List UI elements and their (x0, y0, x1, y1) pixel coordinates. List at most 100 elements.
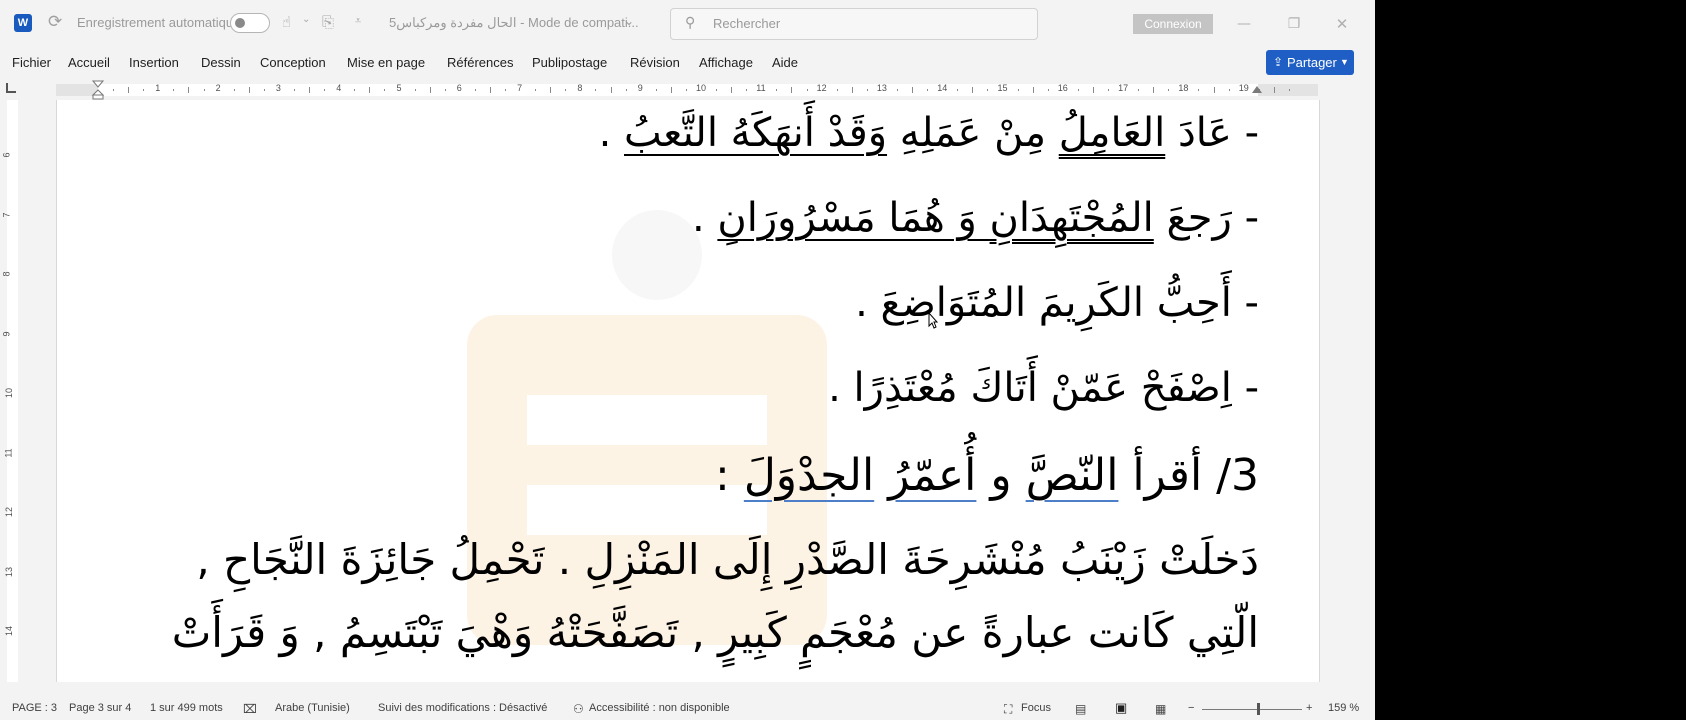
ruler-tick (263, 89, 265, 91)
tab-mise-en-page[interactable]: Mise en page (347, 55, 425, 70)
read-mode-icon[interactable]: ▤ (1075, 702, 1086, 716)
zoom-slider-track[interactable] (1202, 709, 1302, 710)
proofing-icon[interactable]: ⌧ (243, 702, 257, 716)
zoom-level[interactable]: 159 % (1328, 702, 1359, 714)
line1-underlined-hal: وَقَدْ أَنهَكَهُ التَّعبُ (624, 110, 888, 156)
exercise-line-3[interactable]: - أَحِبُّ الكَرِيمَ المُتَوَاضِعَ . (855, 280, 1259, 326)
document-title[interactable]: الحال مفردة ومركباس5 - Mode de compati..… (389, 15, 639, 31)
exercise-line-2[interactable]: - رَجعَ المُجْتَهِدَانِ وَ هُمَا مَسْرُو… (692, 195, 1259, 241)
search-input[interactable]: ⚲ Rechercher (670, 8, 1038, 40)
mouse-cursor-icon (928, 312, 938, 329)
accessibility-icon[interactable]: ⚇ (573, 702, 584, 716)
print-layout-icon[interactable]: ▣ (1115, 700, 1127, 716)
web-layout-icon[interactable]: ▦ (1155, 702, 1166, 716)
ruler-tick (806, 89, 808, 91)
ruler-number: 15 (997, 83, 1008, 93)
ruler-number: 7 (517, 83, 523, 93)
touch-mode-icon[interactable]: ☝ (282, 13, 291, 31)
ruler-tick (369, 87, 371, 93)
right-indent-marker-icon[interactable] (1252, 86, 1262, 93)
tab-revision[interactable]: Révision (630, 55, 680, 70)
ruler-tick (670, 87, 672, 93)
tab-references[interactable]: Références (447, 55, 513, 70)
ruler-tick (188, 87, 190, 93)
ruler-tick (972, 87, 974, 93)
status-track-changes[interactable]: Suivi des modifications : Désactivé (378, 702, 547, 714)
ruler-tick (354, 89, 356, 91)
ruler-tick (1138, 89, 1140, 91)
ribbon-tabs: Fichier Accueil Insertion Dessin Concept… (0, 48, 1375, 78)
ruler-tick (414, 89, 416, 91)
zoom-in-button[interactable]: + (1306, 702, 1312, 714)
exercise-line-4[interactable]: - اِصْفَحْ عَمّنْ أَتَاكَ مُعْتَذِرًا . (828, 365, 1259, 411)
ruler-number: 3 (275, 83, 281, 93)
ruler-tick (535, 89, 537, 91)
paragraph-line-2[interactable]: الّتِي كَانت عبارةً عن مُعْجَمٍ كَبِيرٍ … (172, 608, 1259, 657)
ruler-tick (987, 89, 989, 91)
ruler-tick (233, 89, 235, 91)
ruler-tick (927, 89, 929, 91)
vertical-ruler-number: 13 (4, 566, 15, 577)
ruler-tick (1273, 87, 1275, 93)
zoom-out-button[interactable]: − (1188, 702, 1194, 714)
ruler-tick (429, 87, 431, 93)
status-accessibility[interactable]: Accessibilité : non disponible (589, 702, 730, 714)
autosave-label: Enregistrement automatique (77, 15, 241, 30)
tab-selector-icon[interactable] (6, 83, 16, 93)
ruler-tick (444, 89, 446, 91)
ruler-number: 13 (876, 83, 887, 93)
customize-toolbar-icon[interactable]: ⩡ (355, 14, 361, 28)
ruler-tick (957, 89, 959, 91)
restore-button[interactable]: ❐ (1282, 12, 1306, 36)
tab-affichage[interactable]: Affichage (699, 55, 753, 70)
tab-fichier[interactable]: Fichier (12, 55, 51, 70)
ruler-tick (489, 87, 491, 93)
share-button[interactable]: ⇪ Partager ▼ (1266, 50, 1354, 75)
tab-accueil[interactable]: Accueil (68, 55, 110, 70)
save-icon[interactable]: ⎘ (322, 13, 334, 31)
left-indent-marker-icon[interactable] (92, 80, 104, 100)
tab-aide[interactable]: Aide (772, 55, 798, 70)
tab-dessin[interactable]: Dessin (201, 55, 241, 70)
ruler-tick (550, 87, 552, 93)
ruler-number: 12 (816, 83, 827, 93)
ruler-number: 9 (637, 83, 643, 93)
status-page-section[interactable]: PAGE : 3 (12, 702, 57, 714)
section-heading[interactable]: 3/ أقرأ النّصَّ و أُعمّرُ الجدْوَلَ : (715, 450, 1259, 501)
horizontal-ruler[interactable]: 1 2 3 4 5 6 7 8 9 10 11 12 13 14 15 16 17 18 19 (0, 78, 1375, 100)
paragraph-line-1[interactable]: دَخلَتْ زَيْنَبُ مُنْشَرِحَةَ الصَّدْرِ … (196, 535, 1259, 584)
word-window: W ⟳ Enregistrement automatique ☝ ⌄ ⎘ ⩡ ا… (0, 0, 1375, 720)
exercise-line-1[interactable]: - عَادَ العَامِلُ مِنْ عَمَلِهِ وَقَدْ أ… (599, 110, 1259, 156)
minimize-button[interactable]: — (1232, 12, 1256, 36)
status-word-count[interactable]: 1 sur 499 mots (150, 702, 223, 714)
ruler-tick (293, 89, 295, 91)
ruler-tick (1032, 87, 1034, 93)
focus-icon[interactable]: ⛶ (1004, 702, 1012, 717)
ruler-number: 14 (937, 83, 948, 93)
chevron-down-icon[interactable]: ⌄ (302, 14, 310, 25)
title-chevron-down-icon[interactable]: ⌄ (624, 14, 634, 28)
ruler-tick (731, 87, 733, 93)
ruler-tick (505, 89, 507, 91)
document-page[interactable]: - عَادَ العَامِلُ مِنْ عَمَلِهِ وَقَدْ أ… (56, 100, 1320, 682)
status-language[interactable]: Arabe (Tunisie) (275, 702, 350, 714)
share-label: Partager (1287, 55, 1337, 70)
ruler-tick (1213, 87, 1215, 93)
focus-button[interactable]: Focus (1021, 702, 1051, 714)
vertical-ruler-number: 10 (4, 387, 15, 399)
line2-underlined-hal: وَ هُمَا مَسْرُورَانِ (717, 195, 990, 241)
ruler-number: 2 (215, 83, 221, 93)
autosave-toggle[interactable] (230, 13, 270, 33)
zoom-slider-thumb[interactable] (1257, 703, 1260, 715)
tab-conception[interactable]: Conception (260, 55, 326, 70)
ruler-number: 6 (456, 83, 462, 93)
signin-button[interactable]: Connexion (1133, 14, 1213, 34)
ruler-tick (655, 89, 657, 91)
tab-publipostage[interactable]: Publipostage (532, 55, 607, 70)
line2-dash: - (1244, 195, 1259, 241)
vertical-ruler[interactable]: 6 7 8 9 10 11 12 13 14 (0, 100, 24, 682)
close-button[interactable]: ✕ (1330, 12, 1354, 36)
tab-insertion[interactable]: Insertion (129, 55, 179, 70)
ruler-number: 5 (396, 83, 402, 93)
status-page-count[interactable]: Page 3 sur 4 (69, 702, 131, 714)
